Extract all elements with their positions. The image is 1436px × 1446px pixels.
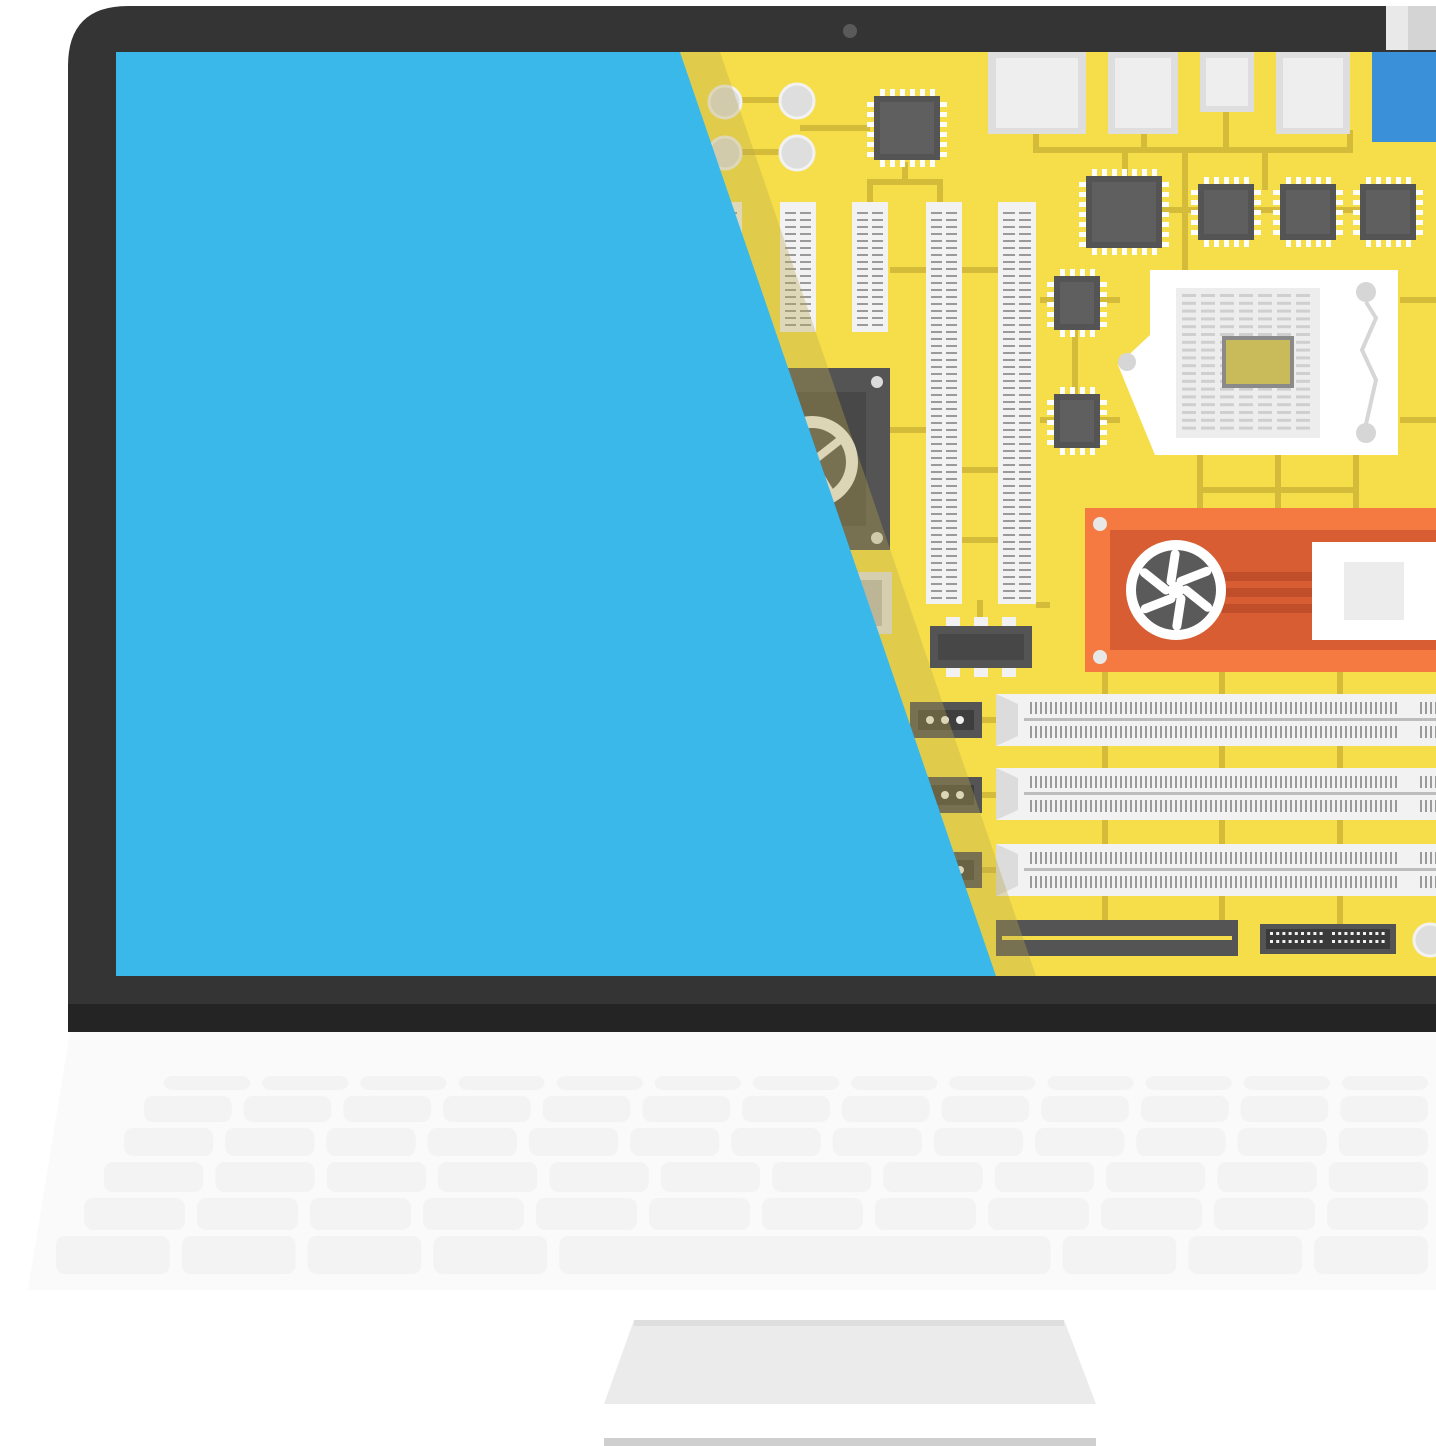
laptop-illustration [28, 6, 1436, 1446]
keyboard-key [1140, 1096, 1229, 1122]
camera-icon [843, 24, 857, 38]
laptop-base [28, 1032, 1436, 1290]
keyboard-key [326, 1128, 416, 1156]
keyboard-key [360, 1076, 447, 1090]
keyboard-key [883, 1162, 983, 1192]
keyboard-key [988, 1198, 1089, 1230]
keyboard-key [1106, 1162, 1206, 1192]
keyboard-key [1145, 1076, 1232, 1090]
keyboard-key [875, 1198, 976, 1230]
keyboard-key [1338, 1128, 1428, 1156]
keyboard-key [994, 1162, 1094, 1192]
keyboard-key [1328, 1162, 1428, 1192]
keyboard-key [1188, 1236, 1303, 1274]
keyboard-key [1035, 1128, 1125, 1156]
keyboard-key [343, 1096, 432, 1122]
keyboard-key [559, 1236, 1051, 1274]
pci-slots [996, 694, 1436, 896]
keyboard-key [528, 1128, 619, 1156]
keyboard-key [310, 1198, 411, 1230]
keyboard-key [1217, 1162, 1317, 1192]
keyboard-key [841, 1096, 930, 1122]
keyboard-key [144, 1096, 232, 1122]
gpu-icon [1085, 508, 1436, 672]
keyboard-key [243, 1096, 332, 1122]
keyboard-key [423, 1198, 524, 1230]
keyboard-key [762, 1198, 863, 1230]
keyboard-key [307, 1236, 422, 1274]
keyboard-key [1327, 1198, 1428, 1230]
keyboard-key [1341, 1076, 1428, 1090]
keyboard-key [642, 1096, 731, 1122]
keyboard-key [124, 1128, 214, 1156]
keyboard-key [181, 1236, 296, 1274]
memory-slot [852, 202, 888, 332]
laptop-stand [604, 1320, 1096, 1446]
keyboard-key [649, 1198, 750, 1230]
keyboard-key [949, 1076, 1036, 1090]
keyboard-key [197, 1198, 298, 1230]
keyboard-key [1237, 1128, 1327, 1156]
keyboard-key [536, 1198, 637, 1230]
keyboard-key [458, 1076, 545, 1090]
keyboard-key [1101, 1198, 1202, 1230]
screen [116, 52, 1436, 976]
keyboard-key [427, 1128, 517, 1156]
keyboard-key [941, 1096, 1030, 1122]
keyboard-key [1136, 1128, 1226, 1156]
keyboard-key [660, 1162, 760, 1192]
keyboard-key [933, 1128, 1024, 1156]
cpu-socket-icon [1118, 270, 1398, 455]
keyboard-key [1243, 1076, 1330, 1090]
keyboard-key [1240, 1096, 1329, 1122]
keyboard-key [1314, 1236, 1428, 1274]
keyboard-key [443, 1096, 531, 1122]
keyboard-key [1340, 1096, 1428, 1122]
keyboard-key [1214, 1198, 1315, 1230]
keyboard-key [654, 1076, 741, 1090]
keyboard-key [84, 1198, 185, 1230]
keyboard-key [630, 1128, 720, 1156]
keyboard-key [832, 1128, 922, 1156]
keyboard-key [542, 1096, 631, 1122]
keyboard-key [742, 1096, 830, 1122]
keyboard-key [433, 1236, 548, 1274]
keyboard-key [1062, 1236, 1177, 1274]
keyboard-key [56, 1236, 170, 1274]
keyboard-key [225, 1128, 315, 1156]
keyboard-key [326, 1162, 426, 1192]
keyboard-key [549, 1162, 649, 1192]
keyboard-key [104, 1162, 204, 1192]
keyboard-key [1047, 1076, 1134, 1090]
keyboard-key [731, 1128, 821, 1156]
keyboard-key [556, 1076, 643, 1090]
keyboard-key [772, 1162, 872, 1192]
keyboard-key [752, 1076, 840, 1090]
keyboard-key [215, 1162, 315, 1192]
keyboard-key [438, 1162, 538, 1192]
keyboard-key [1041, 1096, 1129, 1122]
keyboard-key [164, 1076, 251, 1090]
keyboard-key [851, 1076, 938, 1090]
keyboard-key [262, 1076, 349, 1090]
